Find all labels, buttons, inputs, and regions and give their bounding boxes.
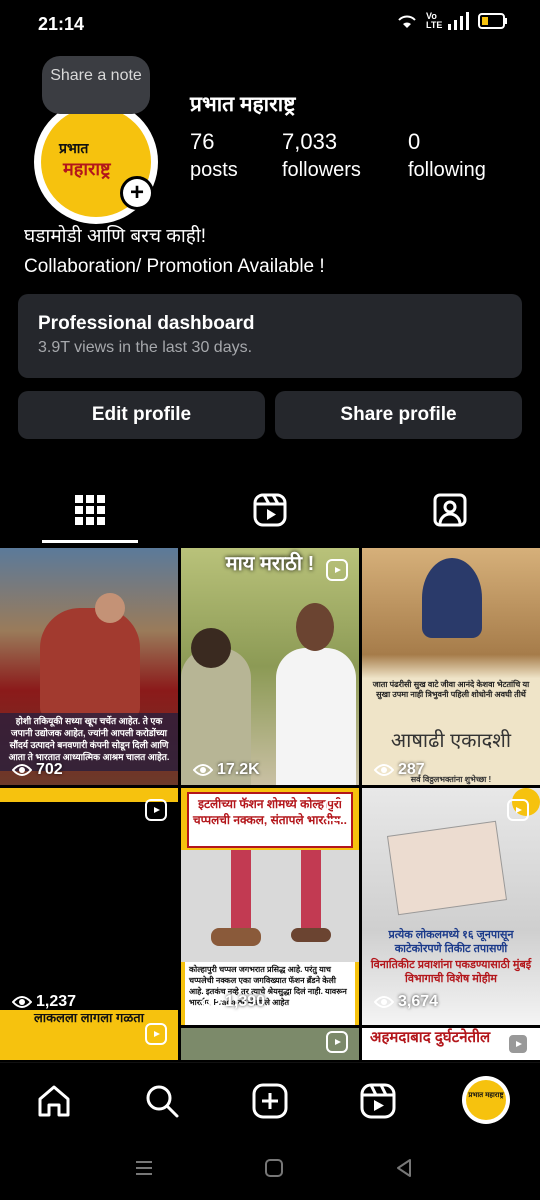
post-tile[interactable]: जाता पंढरीसी सुख वाटे जीवा आनंदे केशवा भ… [362,548,540,785]
network-label: Vo LTE [426,11,443,30]
reel-icon [507,799,529,821]
bio-line-1: घडामोडी आणि बरच काही! [24,226,207,247]
eye-icon [12,764,32,776]
plus-icon: + [123,179,151,207]
reel-icon [326,559,348,581]
menu-icon[interactable] [132,1156,156,1180]
stat-followers-count: 7,033 [282,129,338,154]
active-tab-indicator [42,540,138,543]
share-note-bubble[interactable]: Share a note [42,56,150,114]
home-square-icon[interactable] [262,1156,286,1180]
home-icon[interactable] [34,1081,74,1121]
post-tile[interactable]: लोकलला लागला गळती [0,1014,178,1060]
stat-following[interactable]: 0 following [408,128,486,184]
post-views: 3,674 [374,993,438,1011]
stat-posts[interactable]: 76 posts [190,128,238,184]
signal-icon [448,12,469,30]
post-views: 17.2K [193,761,260,779]
status-time: 21:14 [38,14,85,34]
post-grid: होशी तकियूकी सध्या खूप चर्चेत आहेत. ते ए… [0,548,540,1060]
post-tile[interactable] [181,1028,359,1060]
stat-followers[interactable]: 7,033 followers [282,128,361,184]
reel-icon [507,1033,529,1055]
eye-icon [12,996,32,1008]
stat-following-label: following [408,159,486,181]
create-icon[interactable] [250,1081,290,1121]
battery-icon [478,13,507,29]
post-views: 287 [374,761,425,779]
back-icon[interactable] [392,1156,416,1180]
post-tile[interactable]: होशी तकियूकी सध्या खूप चर्चेत आहेत. ते ए… [0,548,178,785]
status-icons: Vo LTE [396,12,508,30]
reels-icon[interactable] [250,490,290,530]
post-tile[interactable]: 1,237 [0,788,178,1025]
reels-icon[interactable] [358,1081,398,1121]
reel-icon [145,799,167,821]
stat-followers-label: followers [282,159,361,181]
edit-profile-button[interactable]: Edit profile [18,391,265,439]
wifi-icon [398,15,416,28]
stat-posts-label: posts [190,159,238,181]
search-icon[interactable] [142,1081,182,1121]
status-bar: 21:14 Vo LTE [0,0,540,48]
post-caption-bottom: विनातिकीट प्रवाशांना पकडण्यासाठी मुंबई व… [370,959,532,985]
post-views: 1,237 [12,993,76,1011]
post-caption-top: प्रत्येक लोकलमध्ये १६ जूनपासून काटेकोरपण… [388,929,514,955]
logo-text-line2: महाराष्ट्र [63,159,111,179]
eye-icon [193,764,213,776]
reel-icon [326,1031,348,1053]
system-navigation [0,1138,540,1200]
post-tile[interactable]: अहमदाबाद दुर्घटनेतील [362,1028,540,1060]
nav-avatar-logo: प्रभात महाराष्ट्र [466,1080,506,1120]
eye-icon [374,996,394,1008]
add-story-button[interactable]: + [120,176,154,210]
share-profile-button[interactable]: Share profile [275,391,522,439]
grid-icon[interactable] [70,490,110,530]
dashboard-title: Professional dashboard [38,313,255,334]
bio-line-2: Collaboration/ Promotion Available ! [24,256,325,277]
post-tile[interactable]: प्रत्येक लोकलमध्ये १६ जूनपासून काटेकोरपण… [362,788,540,1025]
profile-tabs [0,480,540,546]
tagged-icon[interactable] [430,490,470,530]
profile-username: प्रभात महाराष्ट्र [190,93,296,116]
eye-icon [201,996,221,1008]
stat-posts-count: 76 [190,129,215,154]
post-caption-title: आषाढी एकादशी [390,730,512,752]
profile-avatar-nav[interactable]: प्रभात महाराष्ट्र [462,1076,510,1124]
profile-bio: घडामोडी आणि बरच काही! Collaboration/ Pro… [24,222,325,282]
bottom-navigation: प्रभात महाराष्ट्र [0,1062,540,1138]
post-tile[interactable]: इटलीच्या फॅशन शोमध्ये कोल्हापुरी चप्पलची… [181,788,359,1025]
professional-dashboard[interactable]: Professional dashboard 3.9T views in the… [18,294,522,378]
post-caption-top: जाता पंढरीसी सुख वाटे जीवा आनंदे केशवा भ… [372,680,530,699]
reel-icon [324,799,346,821]
dashboard-subtitle: 3.9T views in the last 30 days. [38,339,253,356]
post-tile[interactable]: माय मराठी ! 17.2K [181,548,359,785]
post-caption: होशी तकियूकी सध्या खूप चर्चेत आहेत. ते ए… [8,716,170,762]
logo-text-line1: प्रभात [59,140,89,156]
reel-icon [145,1023,167,1045]
post-views: 1,390 [201,993,265,1011]
stat-following-count: 0 [408,129,421,154]
post-views: 702 [12,761,63,779]
eye-icon [374,764,394,776]
